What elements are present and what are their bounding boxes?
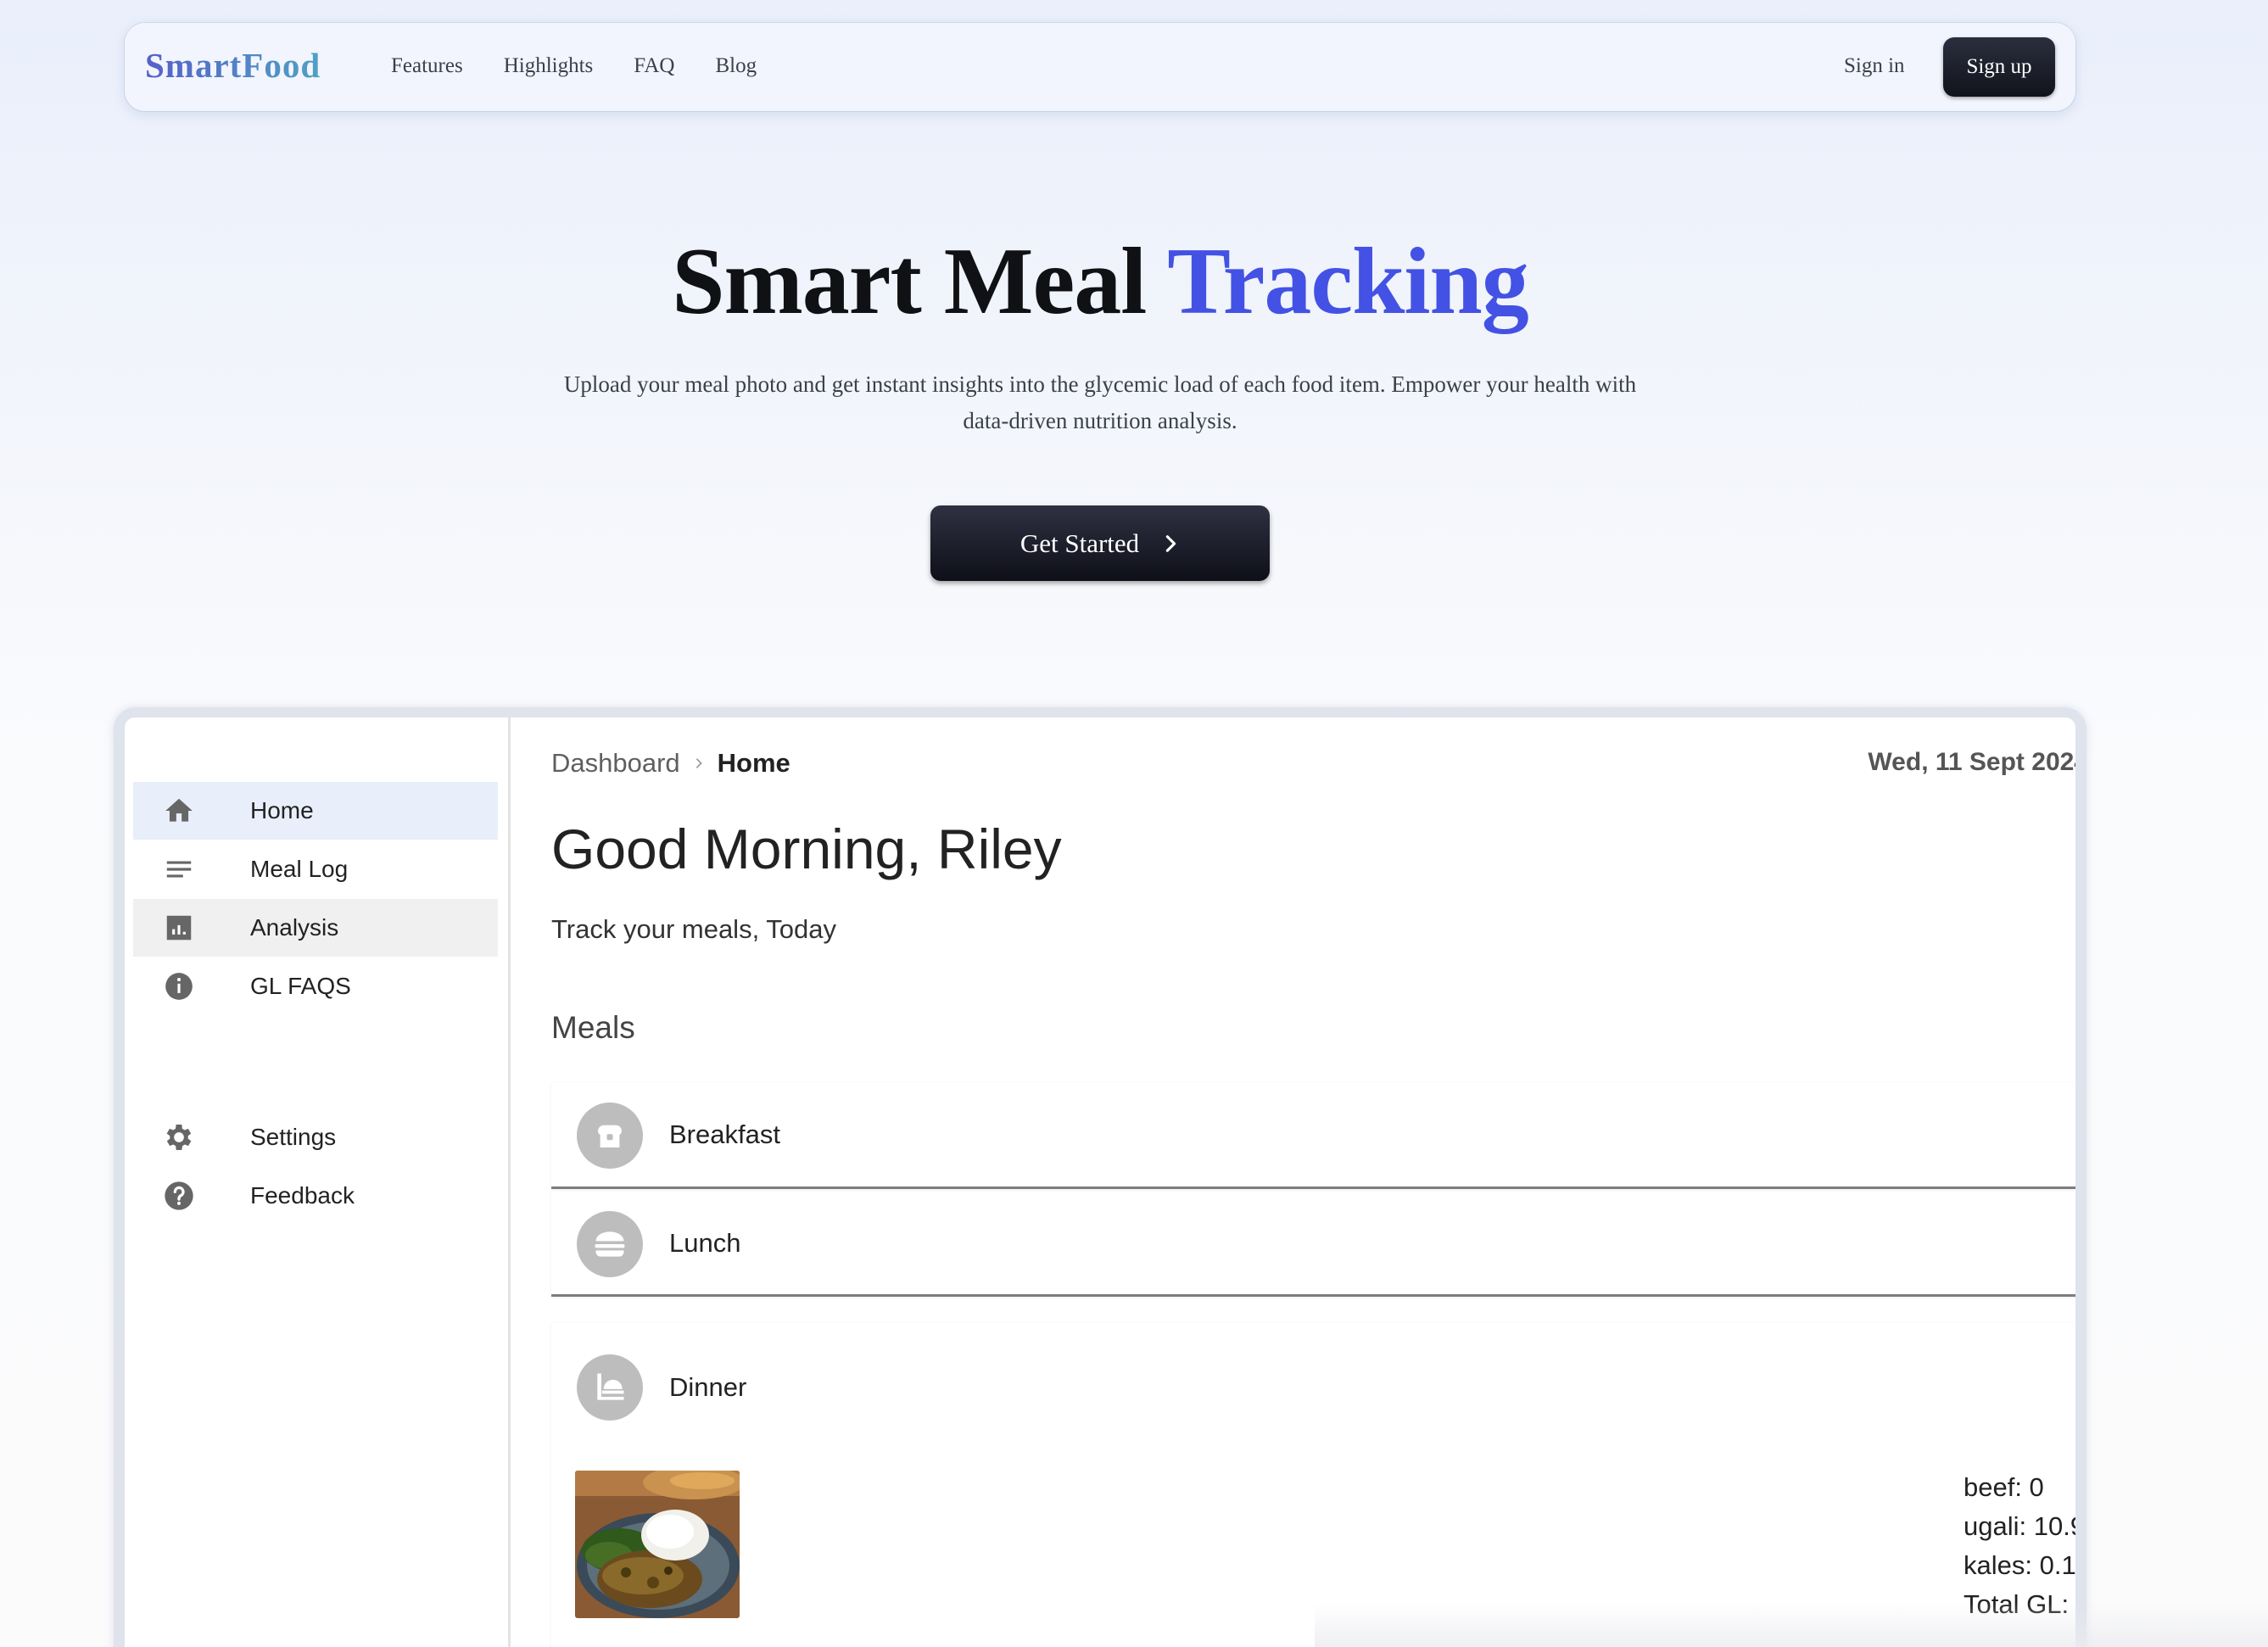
sign-in-link[interactable]: Sign in (1844, 54, 1905, 78)
sidebar-item-home[interactable]: Home (133, 782, 498, 840)
nav-link-features[interactable]: Features (391, 54, 463, 78)
help-icon (162, 1179, 196, 1213)
sidebar-item-label: Analysis (250, 914, 339, 941)
gl-total: Total GL: 11.16 (1964, 1589, 2075, 1619)
sidebar-item-label: Settings (250, 1124, 337, 1150)
meal-card-lunch[interactable]: Lunch (551, 1192, 2075, 1297)
hero-title-main: Smart Meal (672, 229, 1168, 334)
burger-icon (577, 1211, 643, 1277)
hero-subtitle: Upload your meal photo and get instant i… (563, 371, 1637, 433)
nav-link-faq[interactable]: FAQ (634, 54, 674, 78)
gl-item-ugali: ugali: 10.99 (1964, 1511, 2075, 1541)
list-icon (162, 852, 196, 886)
gl-item-beef: beef: 0 (1964, 1472, 2044, 1502)
sidebar-item-settings[interactable]: Settings (133, 1108, 498, 1166)
breadcrumb-current: Home (717, 748, 790, 778)
brand-logo[interactable]: SmartFood (145, 45, 321, 86)
greeting-subtitle: Track your meals, Today (551, 914, 836, 944)
sidebar-item-meal-log[interactable]: Meal Log (133, 840, 498, 898)
nav-link-highlights[interactable]: Highlights (504, 54, 594, 78)
meal-name: Breakfast (669, 1119, 780, 1149)
top-navbar: SmartFood Features Highlights FAQ Blog S… (125, 23, 2075, 111)
sidebar-item-analysis[interactable]: Analysis (133, 899, 498, 957)
dinner-gl-breakdown: beef: 0 ugali: 10.99 kales: 0.17 Total G… (1964, 1468, 2075, 1624)
breadcrumb-root[interactable]: Dashboard (551, 748, 680, 779)
meal-card-dinner[interactable]: Dinner (551, 1323, 2075, 1647)
gear-icon (162, 1120, 196, 1154)
dinner-icon (577, 1354, 643, 1421)
home-icon (162, 794, 196, 828)
meal-name: Dinner (669, 1372, 747, 1402)
gl-item-kales: kales: 0.17 (1964, 1550, 2075, 1580)
main-content: Dashboard Home Wed, 11 Sept 2024 Good Mo… (513, 717, 2075, 1647)
greeting: Good Morning, Riley (551, 818, 1062, 880)
sidebar-item-feedback[interactable]: Feedback (133, 1167, 498, 1225)
sidebar-item-gl-faqs[interactable]: GL FAQS (133, 957, 498, 1015)
bread-icon (577, 1103, 643, 1169)
sidebar-item-label: Home (250, 797, 314, 824)
chart-icon (162, 911, 196, 945)
sidebar-item-label: Feedback (250, 1182, 355, 1209)
hero-title: Smart Meal Tracking (0, 227, 2200, 337)
nav-links: Features Highlights FAQ Blog (391, 54, 757, 78)
dinner-photo[interactable] (575, 1471, 740, 1618)
meals-heading: Meals (551, 1010, 635, 1045)
sign-up-button[interactable]: Sign up (1943, 37, 2055, 97)
sidebar: Home Meal Log Analysis GL FAQS Settings … (125, 717, 511, 1647)
breadcrumb: Dashboard Home (551, 748, 790, 779)
chevron-right-icon (695, 758, 702, 768)
dashboard-preview: Home Meal Log Analysis GL FAQS Settings … (125, 717, 2075, 1647)
hero-title-accent: Tracking (1167, 229, 1529, 334)
meal-card-breakfast[interactable]: Breakfast (551, 1082, 2075, 1189)
current-date: Wed, 11 Sept 2024 (1868, 748, 2075, 776)
meal-name: Lunch (669, 1228, 741, 1258)
chevron-right-icon (1165, 534, 1176, 552)
sidebar-item-label: Meal Log (250, 856, 349, 882)
info-icon (162, 969, 196, 1003)
nav-link-blog[interactable]: Blog (715, 54, 757, 78)
get-started-label: Get Started (1019, 528, 1140, 558)
get-started-button[interactable]: Get Started (930, 505, 1270, 581)
sidebar-item-label: GL FAQS (250, 973, 351, 999)
